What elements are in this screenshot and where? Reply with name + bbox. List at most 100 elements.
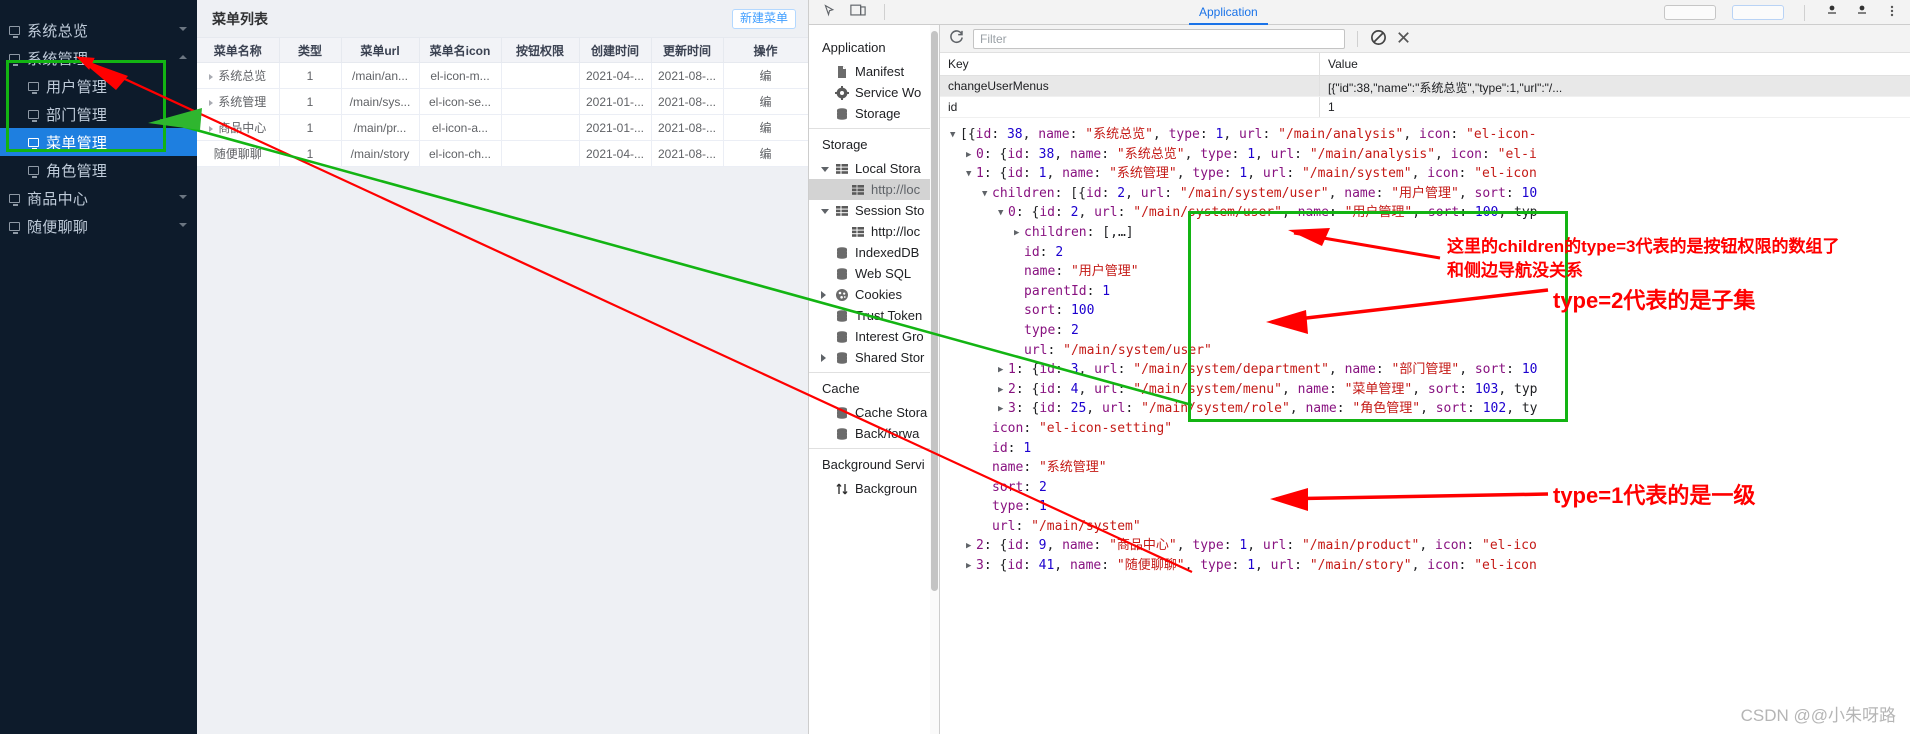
devtools-nav-label: Interest Gro <box>855 329 924 344</box>
devtools-nav-item-cookies[interactable]: Cookies <box>809 284 939 305</box>
nav-scrollbar-thumb[interactable] <box>931 31 938 591</box>
json-line[interactable]: sort: 2 <box>940 478 1910 498</box>
sidebar-item-6[interactable]: 商品中心 <box>0 184 197 212</box>
devtools-nav-item-cache-stora[interactable]: Cache Stora <box>809 402 939 423</box>
chevron-right-icon[interactable]: ▶ <box>1014 224 1024 244</box>
topbar-pill-1[interactable] <box>1664 5 1716 20</box>
json-line[interactable]: parentId: 1 <box>940 282 1910 302</box>
sidebar-item-3[interactable]: 部门管理 <box>0 100 197 128</box>
chevron-right-icon[interactable]: ▶ <box>998 361 1008 381</box>
kv-row[interactable]: id 1 <box>940 97 1910 118</box>
json-line[interactable]: type: 1 <box>940 497 1910 517</box>
chevron-down-icon[interactable]: ▼ <box>950 126 960 146</box>
chevron-right-icon[interactable]: ▶ <box>966 537 976 557</box>
cell-created: 2021-01-... <box>579 88 652 115</box>
json-line[interactable]: ▶ 3: {id: 41, name: "随便聊聊", type: 1, url:… <box>940 556 1910 576</box>
cell-op[interactable]: 编 <box>723 140 808 167</box>
sidebar-item-1[interactable]: 系统管理 <box>0 44 197 72</box>
no-entry-icon[interactable] <box>1370 29 1387 49</box>
cell-perm <box>501 140 580 167</box>
chevron-right-icon[interactable] <box>821 290 826 299</box>
json-line[interactable]: name: "系统管理" <box>940 458 1910 478</box>
cell-op[interactable]: 编 <box>723 62 808 89</box>
json-line[interactable]: icon: "el-icon-setting" <box>940 419 1910 439</box>
chevron-right-icon[interactable]: ▶ <box>998 381 1008 401</box>
json-line[interactable]: name: "用户管理" <box>940 262 1910 282</box>
chevron-down-icon[interactable] <box>821 208 829 214</box>
devtools-nav-item-back-forwa[interactable]: Back/forwa <box>809 423 939 444</box>
more-dots-icon[interactable] <box>1855 4 1869 21</box>
chevron-down-icon[interactable] <box>821 166 829 172</box>
inspect-icon[interactable] <box>823 4 836 20</box>
device-toolbar-icon[interactable] <box>850 4 866 20</box>
sidebar-item-0[interactable]: 系统总览 <box>0 16 197 44</box>
table-row[interactable]: 系统管理 1/main/sys... el-icon-se... 2021-01-..… <box>197 88 808 115</box>
table-row[interactable]: 系统总览 1/main/an... el-icon-m... 2021-04-... 2… <box>197 62 808 89</box>
json-line[interactable]: type: 2 <box>940 321 1910 341</box>
json-line[interactable]: ▶ 2: {id: 4, url: "/main/system/menu", na… <box>940 380 1910 400</box>
table-row[interactable]: 商品中心 1/main/pr... el-icon-a... 2021-01-... 2… <box>197 114 808 141</box>
sidebar-item-2[interactable]: 用户管理 <box>0 72 197 100</box>
json-line[interactable]: ▶ 3: {id: 25, url: "/main/system/role", n… <box>940 399 1910 419</box>
json-line[interactable]: id: 1 <box>940 439 1910 459</box>
settings-dots-icon[interactable] <box>1825 4 1839 21</box>
chevron-down-icon[interactable]: ▼ <box>966 165 976 185</box>
sidebar-item-4[interactable]: 菜单管理 <box>0 128 197 156</box>
json-line[interactable]: url: "/main/system" <box>940 517 1910 537</box>
json-line[interactable]: ▼ 1: {id: 1, name: "系统管理", type: 1, url: … <box>940 164 1910 184</box>
nav-scrollbar[interactable] <box>930 25 939 734</box>
devtools-nav-item-trust-token[interactable]: Trust Token <box>809 305 939 326</box>
expand-arrow-icon[interactable] <box>209 99 214 106</box>
devtools-nav-item-shared-stor[interactable]: Shared Stor <box>809 347 939 368</box>
devtools-nav-item-backgroun[interactable]: Backgroun <box>809 478 939 499</box>
cell-type: 1 <box>279 140 342 167</box>
json-line[interactable]: ▼ [{id: 38, name: "系统总览", type: 1, url: "… <box>940 125 1910 145</box>
chevron-right-icon[interactable]: ▶ <box>966 146 976 166</box>
chevron-right-icon[interactable]: ▶ <box>966 557 976 577</box>
kv-col-key[interactable]: Key <box>940 53 1320 75</box>
devtools-nav-item-http-loc[interactable]: http://loc <box>809 179 939 200</box>
cell-created: 2021-01-... <box>579 114 652 141</box>
devtools-nav-item-local-stora[interactable]: Local Stora <box>809 158 939 179</box>
annotation-type1: type=1代表的是一级 <box>1553 483 1756 508</box>
json-line[interactable]: ▶ 0: {id: 38, name: "系统总览", type: 1, url:… <box>940 145 1910 165</box>
sidebar-item-7[interactable]: 随便聊聊 <box>0 212 197 240</box>
chevron-down-icon[interactable]: ▼ <box>998 204 1008 224</box>
kv-col-value[interactable]: Value <box>1320 53 1910 75</box>
database-icon <box>835 267 849 281</box>
devtools-nav-item-indexeddb[interactable]: IndexedDB <box>809 242 939 263</box>
expand-arrow-icon[interactable] <box>209 125 214 132</box>
chevron-right-icon[interactable] <box>821 353 826 362</box>
expand-arrow-icon[interactable] <box>209 73 214 80</box>
json-line[interactable]: ▼ 0: {id: 2, url: "/main/system/user", na… <box>940 203 1910 223</box>
json-line[interactable]: ▶ 2: {id: 9, name: "商品中心", type: 1, url: … <box>940 536 1910 556</box>
json-line[interactable]: ▼ children: [{id: 2, url: "/main/system/u… <box>940 184 1910 204</box>
table-row[interactable]: 随便聊聊 1/main/story el-icon-ch... 2021-04-...… <box>197 140 808 167</box>
devtools-nav-item-manifest[interactable]: Manifest <box>809 61 939 82</box>
json-line[interactable]: url: "/main/system/user" <box>940 341 1910 361</box>
devtools-nav-item-service-wo[interactable]: Service Wo <box>809 82 939 103</box>
devtools-nav-item-storage[interactable]: Storage <box>809 103 939 124</box>
json-line[interactable]: sort: 100 <box>940 301 1910 321</box>
devtools-nav-label: Storage <box>855 106 901 121</box>
refresh-icon[interactable] <box>948 29 965 49</box>
topbar-pill-2[interactable] <box>1732 5 1784 20</box>
sidebar-item-label: 系统总览 <box>27 22 89 40</box>
devtools-nav-item-http-loc[interactable]: http://loc <box>809 221 939 242</box>
cell-op[interactable]: 编 <box>723 88 808 115</box>
kv-row[interactable]: changeUserMenus [{"id":38,"name":"系统总览","… <box>940 76 1910 97</box>
kebab-menu-icon[interactable] <box>1885 4 1899 21</box>
cell-op[interactable]: 编 <box>723 114 808 141</box>
new-menu-button[interactable]: 新建菜单 <box>731 9 796 29</box>
filter-input[interactable]: Filter <box>973 28 1345 49</box>
devtools-nav-item-web-sql[interactable]: Web SQL <box>809 263 939 284</box>
tab-application[interactable]: Application <box>1189 5 1268 25</box>
devtools-nav-item-interest-gro[interactable]: Interest Gro <box>809 326 939 347</box>
chevron-right-icon[interactable]: ▶ <box>998 400 1008 420</box>
sidebar-item-5[interactable]: 角色管理 <box>0 156 197 184</box>
close-icon[interactable] <box>1395 29 1412 49</box>
chevron-down-icon[interactable]: ▼ <box>982 185 992 205</box>
json-line[interactable]: ▶ 1: {id: 3, url: "/main/system/departmen… <box>940 360 1910 380</box>
devtools-nav-item-session-sto[interactable]: Session Sto <box>809 200 939 221</box>
devtools-nav-label: Service Wo <box>855 85 922 100</box>
